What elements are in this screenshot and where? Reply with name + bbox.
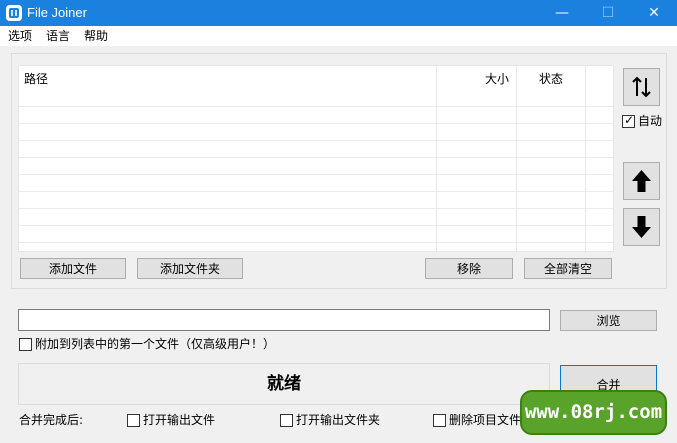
browse-button[interactable]: 浏览: [560, 310, 657, 331]
sort-icon: [632, 76, 651, 98]
menu-bar: 选项 语言 帮助: [0, 26, 677, 46]
list-row-line: [19, 123, 613, 124]
list-row-line: [19, 140, 613, 141]
arrow-up-icon: [632, 170, 651, 192]
delete-items-checkbox[interactable]: [433, 414, 446, 427]
move-up-button[interactable]: [623, 162, 660, 200]
list-row-line: [19, 174, 613, 175]
col-header-status[interactable]: 状态: [539, 66, 563, 104]
auto-checkbox[interactable]: ✓: [622, 113, 635, 128]
maximize-button[interactable]: ☐: [585, 0, 631, 26]
sort-button[interactable]: [623, 68, 660, 106]
list-row-line: [19, 191, 613, 192]
check-icon: ✓: [624, 113, 635, 127]
list-row-line: [19, 157, 613, 158]
list-row-line: [19, 106, 613, 107]
menu-language[interactable]: 语言: [46, 28, 70, 44]
open-file-label: 打开输出文件: [143, 413, 216, 427]
col-header-size[interactable]: 大小: [485, 66, 509, 104]
minimize-button[interactable]: —: [539, 0, 585, 26]
close-icon: ✕: [648, 5, 660, 21]
list-row-line: [19, 208, 613, 209]
add-file-button[interactable]: 添加文件: [20, 258, 126, 279]
open-folder-label: 打开输出文件夹: [296, 413, 381, 427]
watermark-text: www.08rj.com: [524, 401, 663, 423]
file-list[interactable]: 路径 大小 状态: [18, 65, 614, 252]
menu-help[interactable]: 帮助: [84, 28, 108, 44]
clear-all-button[interactable]: 全部清空: [524, 258, 612, 279]
status-text: 就绪: [267, 374, 301, 394]
move-down-button[interactable]: [623, 208, 660, 246]
list-row-line: [19, 242, 613, 243]
close-button[interactable]: ✕: [631, 0, 677, 26]
open-file-checkbox[interactable]: [127, 414, 140, 427]
remove-button[interactable]: 移除: [425, 258, 513, 279]
add-folder-button[interactable]: 添加文件夹: [137, 258, 243, 279]
open-folder-checkbox[interactable]: [280, 414, 293, 427]
delete-items-label: 删除项目文件: [449, 413, 520, 427]
append-first-checkbox[interactable]: [19, 338, 32, 351]
auto-label: 自动: [638, 114, 663, 128]
minimize-icon: —: [555, 5, 569, 21]
maximize-icon: ☐: [601, 5, 615, 21]
append-first-label: 附加到列表中的第一个文件（仅高级用户！）: [35, 337, 276, 351]
output-path-input[interactable]: [18, 309, 550, 331]
arrow-down-icon: [632, 216, 651, 238]
after-merge-label: 合并完成后:: [19, 413, 84, 427]
menu-options[interactable]: 选项: [8, 28, 32, 44]
app-icon: [6, 5, 22, 21]
col-header-path[interactable]: 路径: [24, 66, 48, 104]
list-row-line: [19, 225, 613, 226]
window-title: File Joiner: [27, 5, 87, 20]
